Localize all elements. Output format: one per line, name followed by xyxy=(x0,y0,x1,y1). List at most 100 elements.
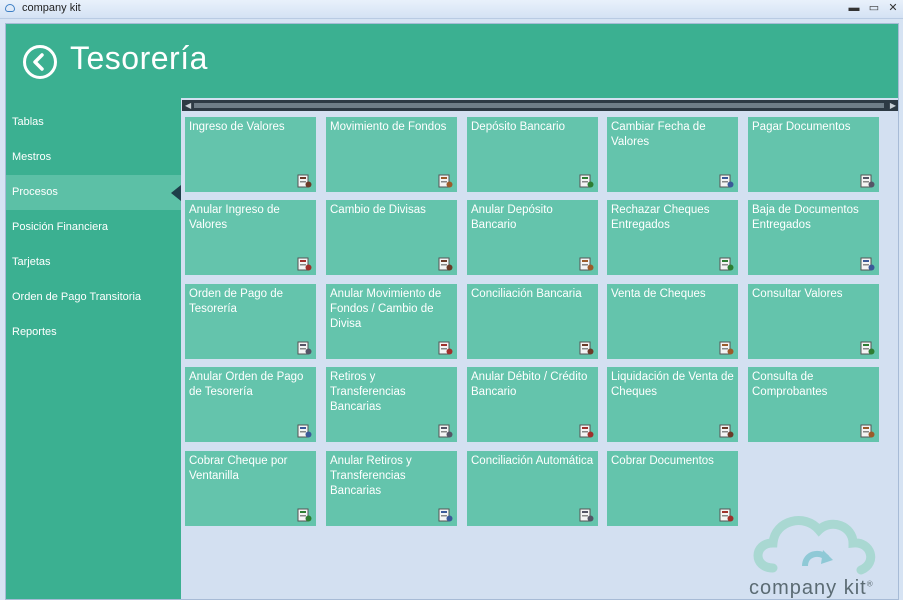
tile-label: Movimiento de Fondos xyxy=(330,121,447,133)
cancel-withdrawal-icon xyxy=(438,508,453,522)
tile-label: Retiros y Transferencias Bancarias xyxy=(330,371,406,413)
auto-reconciliation-icon xyxy=(579,508,594,522)
fund-transfer-icon xyxy=(438,174,453,188)
check-liquidation-icon xyxy=(719,424,734,438)
sidebar: Tablas Mestros Procesos Posición Financi… xyxy=(6,98,181,599)
tile-bank-deposit[interactable]: Depósito Bancario xyxy=(467,117,598,192)
query-vouchers-icon xyxy=(860,424,875,438)
cancel-payment-order-icon xyxy=(297,424,312,438)
tile-check-liquidation[interactable]: Liquidación de Venta de Cheques xyxy=(607,367,738,442)
remove-documents-icon xyxy=(860,257,875,271)
tile-reject-check[interactable]: Rechazar Cheques Entregados xyxy=(607,200,738,275)
sidebar-item-label: Orden de Pago Transitoria xyxy=(12,291,142,303)
tile-label: Anular Orden de Pago de Tesorería xyxy=(189,371,304,398)
tile-query-values[interactable]: Consultar Valores xyxy=(748,284,879,359)
bank-deposit-icon xyxy=(579,174,594,188)
sidebar-item-label: Procesos xyxy=(12,186,58,198)
tile-label: Consultar Valores xyxy=(752,288,843,300)
minimize-button[interactable]: ▬ xyxy=(846,1,862,15)
sidebar-item-procesos[interactable]: Procesos xyxy=(6,175,181,210)
app-cloud-icon xyxy=(5,4,15,12)
tile-label: Anular Movimiento de Fondos / Cambio de … xyxy=(330,288,442,330)
sidebar-item-label: Posición Financiera xyxy=(12,221,108,233)
calendar-icon xyxy=(719,174,734,188)
tile-label: Depósito Bancario xyxy=(471,121,565,133)
tile-cancel-money-in[interactable]: Anular Ingreso de Valores xyxy=(185,200,316,275)
tile-label: Consulta de Comprobantes xyxy=(752,371,828,398)
collect-documents-icon xyxy=(719,508,734,522)
tile-cash-check[interactable]: Cobrar Cheque por Ventanilla xyxy=(185,451,316,526)
tile-cancel-deposit[interactable]: Anular Depósito Bancario xyxy=(467,200,598,275)
tile-label: Anular Retiros y Transferencias Bancaria… xyxy=(330,455,412,497)
tile-label: Anular Ingreso de Valores xyxy=(189,204,280,231)
sidebar-item-label: Mestros xyxy=(12,151,52,163)
cancel-deposit-icon xyxy=(579,257,594,271)
tile-label: Cobrar Documentos xyxy=(611,455,714,467)
tile-label: Venta de Cheques xyxy=(611,288,706,300)
money-in-icon xyxy=(297,174,312,188)
cancel-fund-transfer-icon xyxy=(438,341,453,355)
tile-label: Orden de Pago de Tesorería xyxy=(189,288,283,315)
tile-bank-withdrawal[interactable]: Retiros y Transferencias Bancarias xyxy=(326,367,457,442)
sidebar-item-orden-de-pago-transitoria[interactable]: Orden de Pago Transitoria xyxy=(6,280,181,315)
sidebar-item-label: Reportes xyxy=(12,326,57,338)
tile-label: Conciliación Bancaria xyxy=(471,288,582,300)
active-indicator xyxy=(171,185,181,201)
query-values-icon xyxy=(860,341,875,355)
tile-label: Ingreso de Valores xyxy=(189,121,285,133)
page-header: Tesorería xyxy=(6,24,898,98)
main-window: Tesorería Tablas Mestros Procesos Posici… xyxy=(5,23,899,600)
scrollbar-thumb[interactable] xyxy=(194,103,884,108)
tile-fund-transfer[interactable]: Movimiento de Fondos xyxy=(326,117,457,192)
pay-documents-icon xyxy=(860,174,875,188)
tile-auto-reconciliation[interactable]: Conciliación Automática xyxy=(467,451,598,526)
sidebar-item-posicion-financiera[interactable]: Posición Financiera xyxy=(6,210,181,245)
tile-label: Baja de Documentos Entregados xyxy=(752,204,859,231)
window-title: company kit xyxy=(22,2,81,14)
cancel-debit-credit-icon xyxy=(579,424,594,438)
sidebar-item-label: Tablas xyxy=(12,116,44,128)
tile-label: Cambiar Fecha de Valores xyxy=(611,121,706,148)
close-button[interactable]: ✕ xyxy=(885,1,901,15)
check-sale-icon xyxy=(719,341,734,355)
page-title: Tesorería xyxy=(70,40,208,76)
tile-label: Cobrar Cheque por Ventanilla xyxy=(189,455,288,482)
sidebar-item-tablas[interactable]: Tablas xyxy=(6,105,181,140)
scroll-left-arrow-icon[interactable]: ◀ xyxy=(185,101,191,110)
chevron-left-icon xyxy=(33,53,44,71)
tile-collect-documents[interactable]: Cobrar Documentos xyxy=(607,451,738,526)
tile-label: Conciliación Automática xyxy=(471,455,594,467)
sidebar-item-label: Tarjetas xyxy=(12,256,51,268)
tile-cancel-fund-transfer[interactable]: Anular Movimiento de Fondos / Cambio de … xyxy=(326,284,457,359)
tile-cancel-payment-order[interactable]: Anular Orden de Pago de Tesorería xyxy=(185,367,316,442)
sidebar-item-tarjetas[interactable]: Tarjetas xyxy=(6,245,181,280)
tile-payment-order[interactable]: Orden de Pago de Tesorería xyxy=(185,284,316,359)
maximize-button[interactable]: ▭ xyxy=(866,1,882,15)
reject-check-icon xyxy=(719,257,734,271)
tile-check-sale[interactable]: Venta de Cheques xyxy=(607,284,738,359)
currency-exchange-icon xyxy=(438,257,453,271)
window-titlebar: company kit ▬ ▭ ✕ xyxy=(0,0,903,19)
tile-remove-documents[interactable]: Baja de Documentos Entregados xyxy=(748,200,879,275)
tile-currency-exchange[interactable]: Cambio de Divisas xyxy=(326,200,457,275)
tile-pay-documents[interactable]: Pagar Documentos xyxy=(748,117,879,192)
tile-cancel-withdrawal[interactable]: Anular Retiros y Transferencias Bancaria… xyxy=(326,451,457,526)
scroll-right-arrow-icon[interactable]: ▶ xyxy=(890,101,896,110)
bank-reconciliation-icon xyxy=(579,341,594,355)
tile-label: Pagar Documentos xyxy=(752,121,851,133)
tile-money-in[interactable]: Ingreso de Valores xyxy=(185,117,316,192)
back-button[interactable] xyxy=(23,45,57,79)
cash-check-icon xyxy=(297,508,312,522)
logo-text: company kit® xyxy=(749,577,874,599)
tile-label: Rechazar Cheques Entregados xyxy=(611,204,710,231)
tile-query-vouchers[interactable]: Consulta de Comprobantes xyxy=(748,367,879,442)
tile-cancel-debit-credit[interactable]: Anular Débito / Crédito Bancario xyxy=(467,367,598,442)
tile-label: Anular Depósito Bancario xyxy=(471,204,553,231)
sidebar-item-mestros[interactable]: Mestros xyxy=(6,140,181,175)
tile-bank-reconciliation[interactable]: Conciliación Bancaria xyxy=(467,284,598,359)
tile-calendar[interactable]: Cambiar Fecha de Valores xyxy=(607,117,738,192)
sidebar-item-reportes[interactable]: Reportes xyxy=(6,315,181,350)
tile-label: Anular Débito / Crédito Bancario xyxy=(471,371,588,398)
horizontal-scrollbar[interactable]: ◀ ▶ xyxy=(182,100,898,111)
payment-order-icon xyxy=(297,341,312,355)
